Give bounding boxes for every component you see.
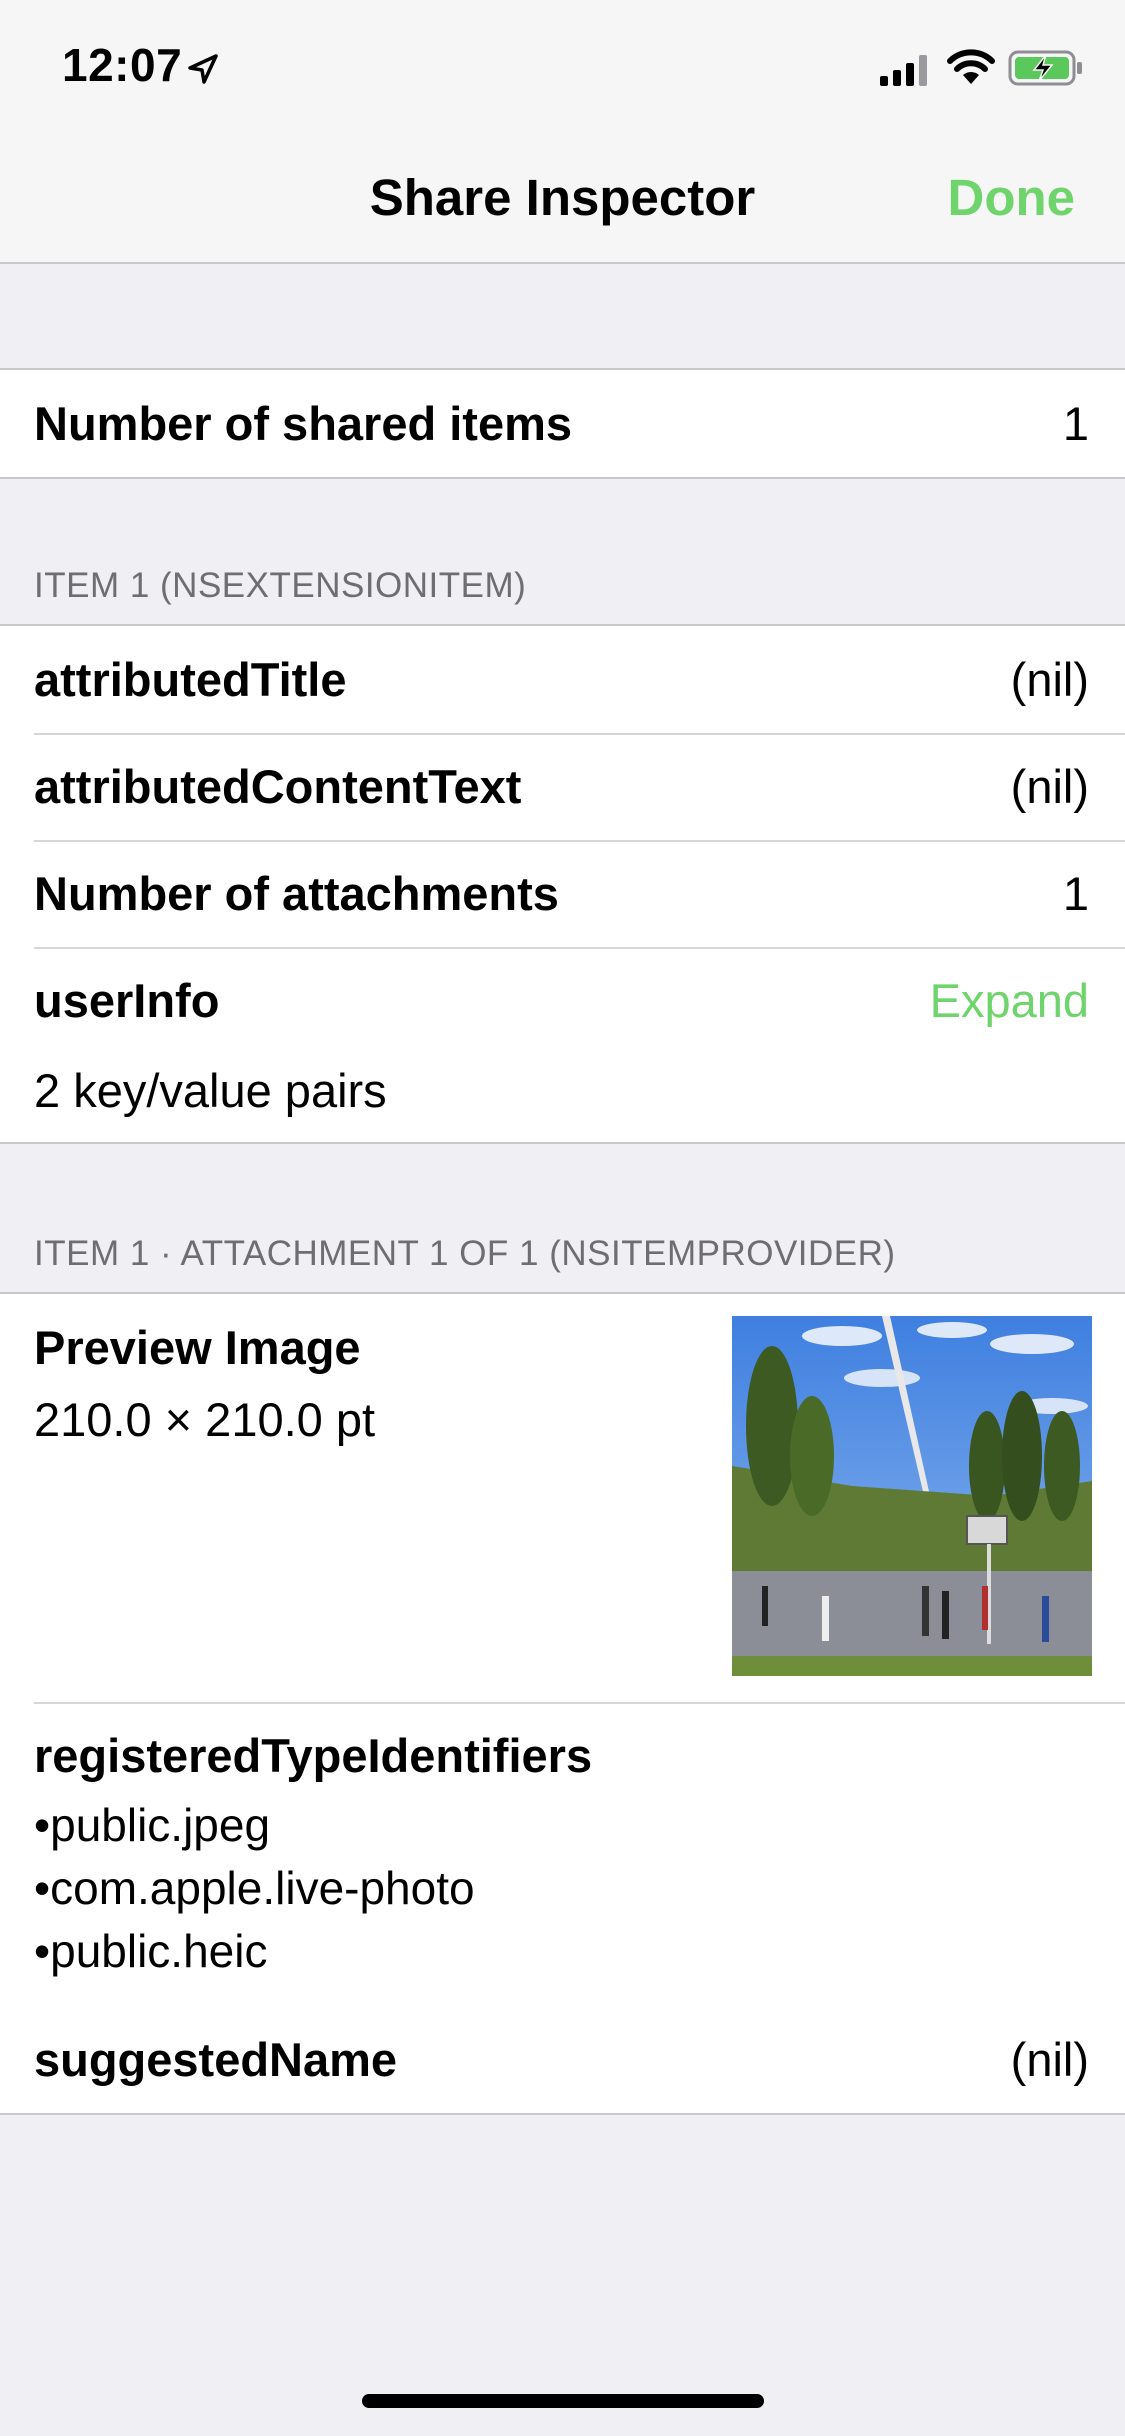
shared-items-row: Number of shared items 1 [0,370,1125,477]
row-label: Number of attachments [34,867,559,920]
user-info-label: userInfo [34,974,220,1027]
wifi-icon [947,49,995,84]
list-item: public.jpeg [34,1794,475,1857]
list-item: public.heic [34,1920,475,1983]
suggested-name-label: suggestedName [34,2033,398,2086]
item-row-attributed-content-text: attributedContentText (nil) [0,733,1125,840]
status-bar: 12:07 [0,0,1125,132]
row-value: 1 [1062,867,1089,920]
item-row-user-info: userInfo Expand 2 key/value pairs [0,947,1125,1142]
preview-image-label: Preview Image [34,1321,361,1374]
location-arrow-icon [188,54,218,84]
status-time: 12:07 [62,39,183,91]
attachment-section-header: ITEM 1 · ATTACHMENT 1 OF 1 (NSITEMPROVID… [34,1234,896,1273]
row-value: (nil) [1010,760,1089,813]
type-identifiers-list: public.jpeg com.apple.live-photo public.… [34,1794,475,1983]
suggested-name-row: suggestedName (nil) [0,2006,1125,2113]
attachment-group: Preview Image 210.0 × 210.0 pt registere… [0,1292,1125,2115]
row-label: attributedContentText [34,760,522,813]
item-row-attachments-count: Number of attachments 1 [0,840,1125,947]
home-indicator[interactable] [362,2394,764,2408]
user-info-detail: 2 key/value pairs [34,1064,387,1117]
done-button[interactable]: Done [948,168,1076,227]
row-label: attributedTitle [34,653,347,706]
item-row-attributed-title: attributedTitle (nil) [0,626,1125,733]
item-group: attributedTitle (nil) attributedContentT… [0,624,1125,1144]
suggested-name-value: (nil) [1010,2033,1089,2086]
shared-items-value: 1 [1062,397,1089,450]
navigation-bar: Share Inspector Done [0,132,1125,264]
cellular-signal-icon [880,55,927,86]
item-section-header: ITEM 1 (NSEXTENSIONITEM) [34,566,527,605]
type-identifiers-label: registeredTypeIdentifiers [34,1729,593,1782]
expand-button[interactable]: Expand [930,973,1089,1028]
preview-image-thumbnail [732,1316,1092,1676]
shared-items-label: Number of shared items [34,397,573,450]
list-item: com.apple.live-photo [34,1857,474,1920]
preview-image-row: Preview Image 210.0 × 210.0 pt [0,1294,1125,1702]
preview-image-size: 210.0 × 210.0 pt [34,1393,376,1446]
battery-charging-icon [1008,50,1082,86]
type-identifiers-row: registeredTypeIdentifiers public.jpeg co… [0,1702,1125,2006]
shared-items-group: Number of shared items 1 [0,368,1125,479]
row-value: (nil) [1010,653,1089,706]
